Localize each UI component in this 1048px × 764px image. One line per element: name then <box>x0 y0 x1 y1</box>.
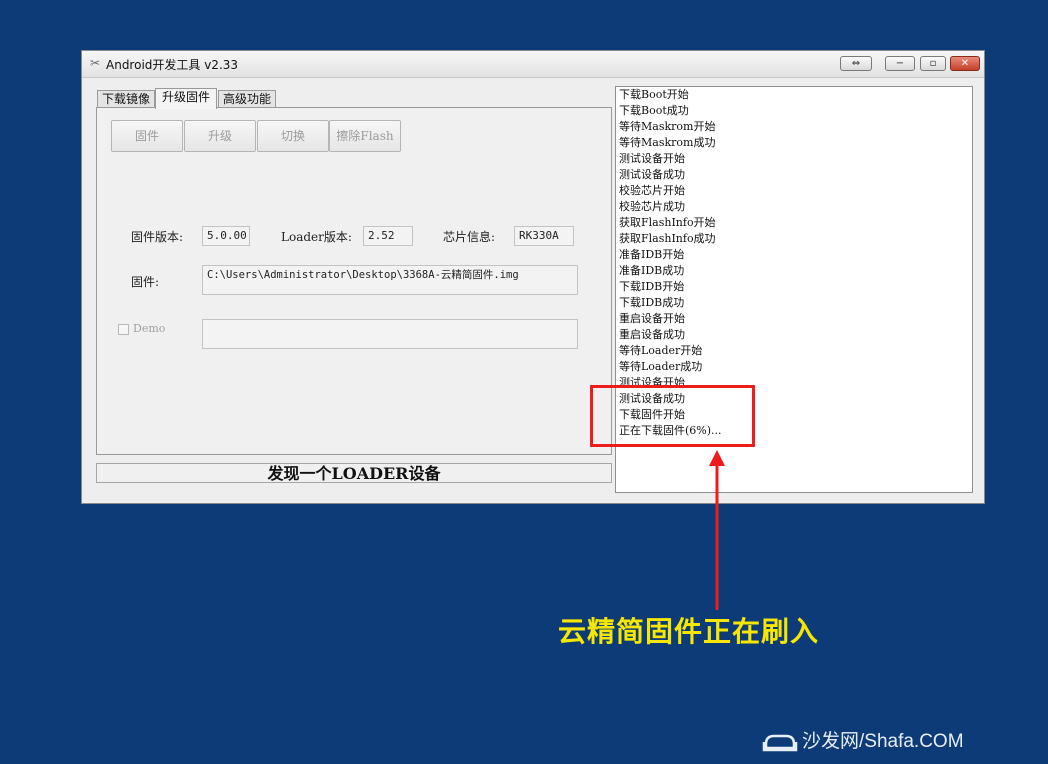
chip-info-field: RK330A <box>514 226 574 246</box>
firmware-path-field[interactable]: C:\Users\Administrator\Desktop\3368A-云精简… <box>202 265 578 295</box>
demo-label: Demo <box>133 322 166 335</box>
highlight-box <box>590 385 755 447</box>
status-bar: 发现一个LOADER设备 <box>96 463 612 483</box>
log-line: 测试设备成功 <box>619 168 685 181</box>
sofa-logo-icon <box>762 734 798 752</box>
title-bar[interactable]: ✂ Android开发工具 v2.33 ⇔ − ▫ ✕ <box>82 51 984 78</box>
swap-icon[interactable]: ⇔ <box>840 56 872 71</box>
firmware-version-label: 固件版本: <box>131 230 184 244</box>
tab-download-image[interactable]: 下载镜像 <box>97 90 155 108</box>
log-line: 等待Maskrom开始 <box>619 120 716 133</box>
tools-icon: ✂ <box>89 56 101 70</box>
firmware-path-label: 固件: <box>131 275 160 289</box>
erase-flash-button[interactable]: 擦除Flash <box>329 120 401 152</box>
log-line: 等待Loader成功 <box>619 360 703 373</box>
watermark-text: 沙发网/Shafa.COM <box>802 731 964 752</box>
log-line: 下载Boot成功 <box>619 104 689 117</box>
log-line: 等待Loader开始 <box>619 344 703 357</box>
loader-version-field: 2.52 <box>363 226 413 246</box>
maximize-button[interactable]: ▫ <box>920 56 946 71</box>
log-line: 下载IDB成功 <box>619 296 685 309</box>
switch-button[interactable]: 切换 <box>257 120 329 152</box>
log-line: 准备IDB开始 <box>619 248 685 261</box>
close-button[interactable]: ✕ <box>950 56 980 71</box>
log-line: 重启设备开始 <box>619 312 685 325</box>
upgrade-button[interactable]: 升级 <box>184 120 256 152</box>
status-text: 发现一个LOADER设备 <box>267 464 441 483</box>
demo-checkbox[interactable] <box>118 324 129 335</box>
chip-info-label: 芯片信息: <box>443 230 496 244</box>
firmware-button[interactable]: 固件 <box>111 120 183 152</box>
log-line: 获取FlashInfo开始 <box>619 216 716 229</box>
tab-advanced[interactable]: 高级功能 <box>218 90 276 108</box>
upgrade-panel: 固件 升级 切换 擦除Flash 固件版本: 5.0.00 Loader版本: … <box>96 107 612 455</box>
window-title: Android开发工具 v2.33 <box>106 58 239 72</box>
log-line: 测试设备开始 <box>619 152 685 165</box>
log-line: 下载Boot开始 <box>619 88 689 101</box>
log-line: 准备IDB成功 <box>619 264 685 277</box>
app-window: ✂ Android开发工具 v2.33 ⇔ − ▫ ✕ 下载镜像 升级固件 高级… <box>81 50 985 504</box>
minimize-button[interactable]: − <box>885 56 915 71</box>
log-line: 等待Maskrom成功 <box>619 136 716 149</box>
firmware-version-field: 5.0.00 <box>202 226 250 246</box>
tab-upgrade-firmware[interactable]: 升级固件 <box>155 88 217 109</box>
loader-version-label: Loader版本: <box>281 230 352 244</box>
log-line: 校验芯片成功 <box>619 200 685 213</box>
log-line: 校验芯片开始 <box>619 184 685 197</box>
demo-field[interactable] <box>202 319 578 349</box>
annotation-caption: 云精简固件正在刷入 <box>558 615 820 648</box>
watermark: 沙发网/Shafa.COM <box>762 726 964 754</box>
log-line: 重启设备成功 <box>619 328 685 341</box>
log-line: 下载IDB开始 <box>619 280 685 293</box>
log-line: 获取FlashInfo成功 <box>619 232 716 245</box>
red-arrow-icon <box>709 450 725 610</box>
